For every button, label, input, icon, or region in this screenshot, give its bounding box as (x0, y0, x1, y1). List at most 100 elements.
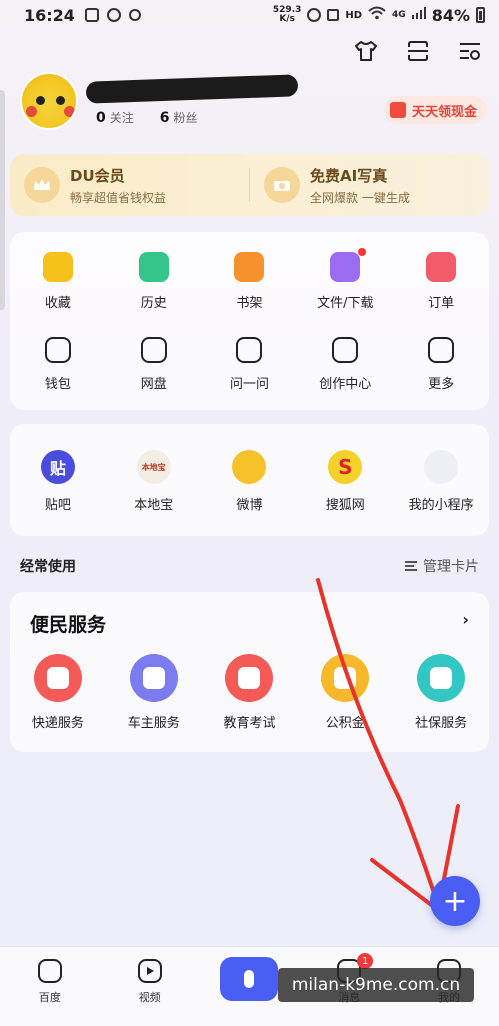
grid-item-label: 文件/下载 (317, 296, 374, 311)
grid-item-weibo[interactable]: 微博 (202, 450, 298, 513)
apps-card: 贴贴吧 本地宝 本地宝 微博 S 搜狐网 我的小程序 (10, 424, 489, 536)
frequent-label: 经常使用 (20, 559, 76, 575)
gift-icon (389, 102, 406, 118)
ai-photo-entry[interactable]: 免费AI写真 全网爆款 一键生成 (250, 154, 489, 216)
battery-icon (476, 7, 485, 23)
grid-item-social-security[interactable]: 社保服务 (393, 654, 489, 731)
skin-icon[interactable] (355, 40, 377, 62)
grid-item-express[interactable]: 快递服务 (10, 654, 106, 731)
edge-panel-handle[interactable] (0, 90, 5, 310)
nav-video[interactable]: 视频 (100, 947, 200, 1026)
grid-item-label: 本地宝 (134, 498, 174, 513)
grid-item-label: 快递服务 (31, 716, 84, 731)
scan-icon[interactable] (407, 40, 429, 62)
grid-item-cloud[interactable]: 网盘 (106, 337, 202, 392)
alarm-icon (307, 8, 322, 22)
following-count[interactable]: 0 关注 (96, 109, 134, 126)
manage-cards-button[interactable]: 管理卡片 (405, 556, 479, 576)
grid-item-more[interactable]: 更多 (393, 337, 489, 392)
grid-item-label: 收藏 (44, 296, 71, 311)
grid-item-miniapp[interactable]: 我的小程序 (393, 450, 489, 513)
bendibao-icon: 本地宝 (136, 450, 171, 484)
message-badge: 1 (357, 953, 374, 969)
grid-item-label: 我的小程序 (408, 498, 474, 513)
vip-banner: DU会员 畅享超值省钱权益 免费AI写真 全网爆款 一键生成 (10, 154, 489, 216)
download-icon (330, 248, 367, 282)
status-bar: 16:24 529.3 K/s HD 4G 84% (0, 0, 499, 30)
fund-icon (321, 654, 370, 702)
signal-icon (411, 7, 426, 23)
services-more-icon[interactable]: › (462, 610, 469, 629)
order-icon (426, 252, 457, 282)
bookshelf-icon (234, 252, 265, 282)
grid-item-label: 问一问 (229, 377, 269, 392)
grid-item-label: 更多 (428, 377, 455, 392)
settings-menu-icon[interactable] (459, 40, 481, 62)
grid-item-create[interactable]: 创作中心 (297, 337, 393, 392)
grid-item-label: 公积金 (325, 716, 365, 731)
list-icon (405, 561, 417, 571)
mic-icon (220, 957, 279, 1001)
du-member-entry[interactable]: DU会员 畅享超值省钱权益 (10, 154, 249, 216)
grid-item-order[interactable]: 订单 (393, 252, 489, 311)
grid-item-bendibao[interactable]: 本地宝 本地宝 (106, 450, 202, 513)
grid-item-question[interactable]: 问一问 (202, 337, 298, 392)
daily-cash-button[interactable]: 天天领现金 (383, 96, 487, 124)
grid-item-clock[interactable]: 历史 (106, 252, 202, 311)
grid-item-label: 书架 (236, 296, 263, 311)
network-type: 4G (392, 10, 406, 20)
grid-item-label: 教育考试 (223, 716, 276, 731)
gallery-icon (84, 8, 99, 22)
avatar[interactable] (20, 72, 78, 130)
wifi-icon (368, 6, 386, 24)
paw-icon (128, 9, 141, 21)
grid-item-tieba[interactable]: 贴贴吧 (10, 450, 106, 513)
grid-item-label: 历史 (140, 296, 167, 311)
top-toolbar (355, 40, 481, 62)
grid-item-label: 微博 (236, 498, 263, 513)
follow-stats: 0 关注 6 粉丝 (96, 109, 198, 126)
grid-item-label: 车主服务 (127, 716, 180, 731)
grid-item-bookshelf[interactable]: 书架 (202, 252, 298, 311)
create-icon (332, 337, 359, 363)
grid-item-sohu[interactable]: S 搜狐网 (297, 450, 393, 513)
grid-item-label: 订单 (428, 296, 455, 311)
new-dot-badge (358, 248, 367, 256)
services-title: 便民服务 (30, 614, 107, 636)
weibo-icon (232, 450, 267, 484)
battery-percent: 84% (431, 5, 470, 25)
fans-count[interactable]: 6 粉丝 (160, 109, 198, 126)
services-card: 便民服务 › 快递服务 车主服务 教育考试 公积金 社保服务 (10, 592, 489, 752)
baidu-icon (37, 959, 62, 983)
status-time: 16:24 (24, 5, 75, 25)
mute-icon (327, 9, 340, 21)
add-fab-button[interactable]: + (430, 876, 480, 926)
grid-item-label: 网盘 (140, 377, 167, 392)
miniapp-icon (424, 450, 459, 484)
question-icon (236, 337, 263, 363)
grid-item-label: 创作中心 (319, 377, 372, 392)
grid-item-car[interactable]: 车主服务 (106, 654, 202, 731)
social-security-icon (417, 654, 466, 702)
grid-item-label: 搜狐网 (325, 498, 365, 513)
settings-icon (106, 8, 121, 22)
grid-item-label: 钱包 (44, 377, 71, 392)
net-speed: 529.3 K/s (272, 5, 302, 24)
watermark: milan-k9me.com.cn (278, 968, 474, 1002)
sohu-icon: S (328, 450, 363, 484)
education-icon (225, 654, 274, 702)
grid-item-star[interactable]: 收藏 (10, 252, 106, 311)
express-icon (33, 654, 82, 702)
grid-item-wallet[interactable]: 钱包 (10, 337, 106, 392)
wallet-icon (44, 337, 71, 363)
grid-item-fund[interactable]: 公积金 (297, 654, 393, 731)
tools-card: 收藏 历史 书架 文件/下载 订单钱包 网盘 问一问 创作中心 更多 (10, 232, 489, 410)
video-icon (137, 959, 162, 983)
grid-item-education[interactable]: 教育考试 (202, 654, 298, 731)
camera-icon (264, 167, 300, 203)
nav-baidu[interactable]: 百度 (0, 947, 100, 1026)
crown-icon (24, 167, 60, 203)
grid-item-download[interactable]: 文件/下载 (297, 248, 393, 311)
username-redacted[interactable] (85, 74, 299, 104)
car-icon (129, 654, 178, 702)
